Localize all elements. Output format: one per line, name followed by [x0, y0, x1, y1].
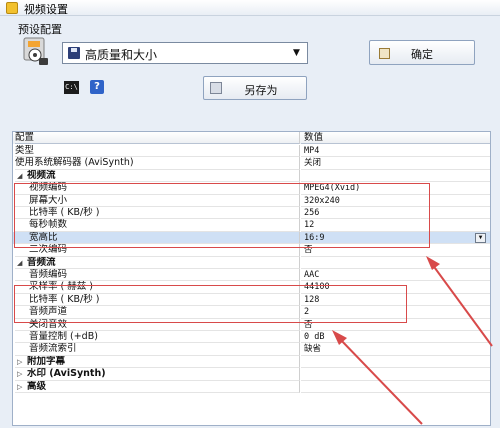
grid-row-volume-control[interactable]: 音量控制 (+dB) 0 dB	[13, 331, 490, 344]
grid-row-label: 音频流索引	[15, 343, 300, 356]
grid-header: 配置 数值	[13, 132, 490, 145]
expand-icon[interactable]: ▷	[17, 368, 27, 379]
grid-row-value[interactable]: 256	[301, 207, 490, 220]
grid-row-value	[301, 170, 490, 183]
preset-label: 预设配置	[18, 23, 62, 36]
grid-row-value	[301, 381, 490, 393]
grid-row-sample-rate[interactable]: 采样率 ( 赫兹 ) 44100	[13, 281, 490, 294]
grid-header-name: 配置	[15, 132, 300, 145]
preset-profile-icon	[23, 37, 48, 65]
aspect-ratio-value: 16:9	[304, 232, 325, 243]
section-title: 水印 (AviSynth)	[27, 368, 106, 380]
grid-row-value	[301, 368, 490, 381]
grid-row-fps[interactable]: 每秒帧数 12	[13, 219, 490, 232]
preset-select-value: 高质量和大小	[85, 48, 158, 62]
grid-row-video-codec[interactable]: 视频编码 MPEG4(Xvid)	[13, 182, 490, 195]
grid-row-label: 音量控制 (+dB)	[15, 331, 300, 344]
grid-row-video-bitrate[interactable]: 比特率 ( KB/秒 ) 256	[13, 207, 490, 220]
preset-select[interactable]: 高质量和大小 ▼	[62, 42, 308, 64]
section-label: ▷ 水印 (AviSynth)	[15, 368, 300, 381]
grid-row-label: 宽高比	[15, 231, 300, 245]
section-subtitles[interactable]: ▷ 附加字幕	[13, 355, 490, 369]
section-label: ◢ 视频流	[15, 169, 300, 183]
grid-row-label: 音频声道	[15, 306, 300, 319]
grid-row-value[interactable]: 关闭	[301, 157, 490, 170]
grid-row-label: 每秒帧数	[15, 219, 300, 232]
grid-row-label: 屏幕大小	[15, 194, 300, 207]
grid-header-value: 数值	[301, 132, 490, 145]
command-line-icon[interactable]: C:\	[64, 81, 79, 94]
grid-row-label: 二次编码	[15, 244, 300, 257]
grid-row-value[interactable]: 0 dB	[301, 331, 490, 344]
grid-row-label: 视频编码	[15, 182, 300, 195]
ok-button-label: 确定	[411, 48, 433, 61]
section-advanced[interactable]: ▷ 高级	[13, 380, 490, 393]
ok-button[interactable]: 确定	[369, 40, 475, 65]
grid-row-value	[301, 257, 490, 269]
grid-row-label: 关闭音效	[15, 318, 300, 331]
grid-row-label: 比特率 ( KB/秒 )	[15, 293, 300, 307]
section-title: 附加字幕	[27, 355, 66, 367]
grid-row-value[interactable]: 128	[301, 294, 490, 307]
grid-row-label: 采样率 ( 赫兹 )	[15, 281, 300, 294]
grid-row-value[interactable]: 否	[301, 319, 490, 331]
section-label: ▷ 高级	[15, 380, 300, 393]
expand-icon[interactable]: ▷	[17, 381, 27, 392]
grid-row-value[interactable]: 320x240	[301, 195, 490, 207]
grid-row-value[interactable]: MP4	[301, 145, 490, 158]
grid-row-value[interactable]: MPEG4(Xvid)	[301, 182, 490, 195]
section-watermark[interactable]: ▷ 水印 (AviSynth)	[13, 368, 490, 381]
section-title: 音频流	[27, 256, 56, 268]
grid-row-system-decoder[interactable]: 使用系统解码器 (AviSynth) 关闭	[13, 157, 490, 170]
grid-row-screen-size[interactable]: 屏幕大小 320x240	[13, 194, 490, 207]
grid-row-value[interactable]: 缺省	[301, 343, 490, 356]
grid-row-audio-bitrate[interactable]: 比特率 ( KB/秒 ) 128	[13, 293, 490, 307]
section-video-stream[interactable]: ◢ 视频流	[13, 169, 490, 183]
grid-row-audio-codec[interactable]: 音频编码 AAC	[13, 269, 490, 282]
grid-row-mute-audio[interactable]: 关闭音效 否	[13, 318, 490, 331]
grid-row-value[interactable]: 否	[301, 244, 490, 257]
grid-row-audio-channels[interactable]: 音频声道 2	[13, 306, 490, 319]
grid-row-two-pass[interactable]: 二次编码 否	[13, 244, 490, 257]
property-grid[interactable]: 配置 数值 类型 MP4 使用系统解码器 (AviSynth) 关闭 ◢ 视频流 …	[12, 131, 491, 426]
window-title: 视频设置	[24, 3, 68, 16]
grid-row-label: 使用系统解码器 (AviSynth)	[15, 157, 300, 170]
grid-row-value[interactable]: 44100	[301, 281, 490, 294]
dropdown-arrow-icon[interactable]: ▼	[475, 232, 486, 243]
grid-row-value[interactable]: 12	[301, 219, 490, 232]
section-title: 视频流	[27, 169, 56, 181]
chevron-down-icon[interactable]: ▼	[289, 46, 304, 60]
grid-row-value[interactable]: 2	[301, 306, 490, 319]
help-icon[interactable]: ?	[90, 80, 104, 94]
app-icon	[6, 2, 18, 14]
grid-row-label: 类型	[15, 145, 300, 158]
grid-row-audio-stream-index[interactable]: 音频流索引 缺省	[13, 343, 490, 356]
grid-row-value[interactable]: AAC	[301, 269, 490, 282]
save-as-button-label: 另存为	[244, 84, 278, 97]
collapse-icon[interactable]: ◢	[17, 257, 27, 268]
section-label: ▷ 附加字幕	[15, 355, 300, 369]
grid-row-value[interactable]: 16:9 ▼	[301, 232, 490, 245]
section-title: 高级	[27, 380, 47, 392]
grid-row-label: 比特率 ( KB/秒 )	[15, 207, 300, 220]
save-as-button[interactable]: 另存为	[203, 76, 307, 100]
section-label: ◢ 音频流	[15, 256, 300, 269]
grid-row-value	[301, 356, 490, 369]
grid-row-label: 音频编码	[15, 269, 300, 282]
collapse-icon[interactable]: ◢	[17, 170, 27, 181]
grid-row-aspect-ratio[interactable]: 宽高比 16:9 ▼	[13, 231, 490, 245]
floppy-icon	[68, 47, 80, 59]
section-audio-stream[interactable]: ◢ 音频流	[13, 256, 490, 269]
title-bar: 视频设置	[0, 0, 500, 16]
grid-row-type[interactable]: 类型 MP4	[13, 145, 490, 158]
expand-icon[interactable]: ▷	[17, 356, 27, 367]
